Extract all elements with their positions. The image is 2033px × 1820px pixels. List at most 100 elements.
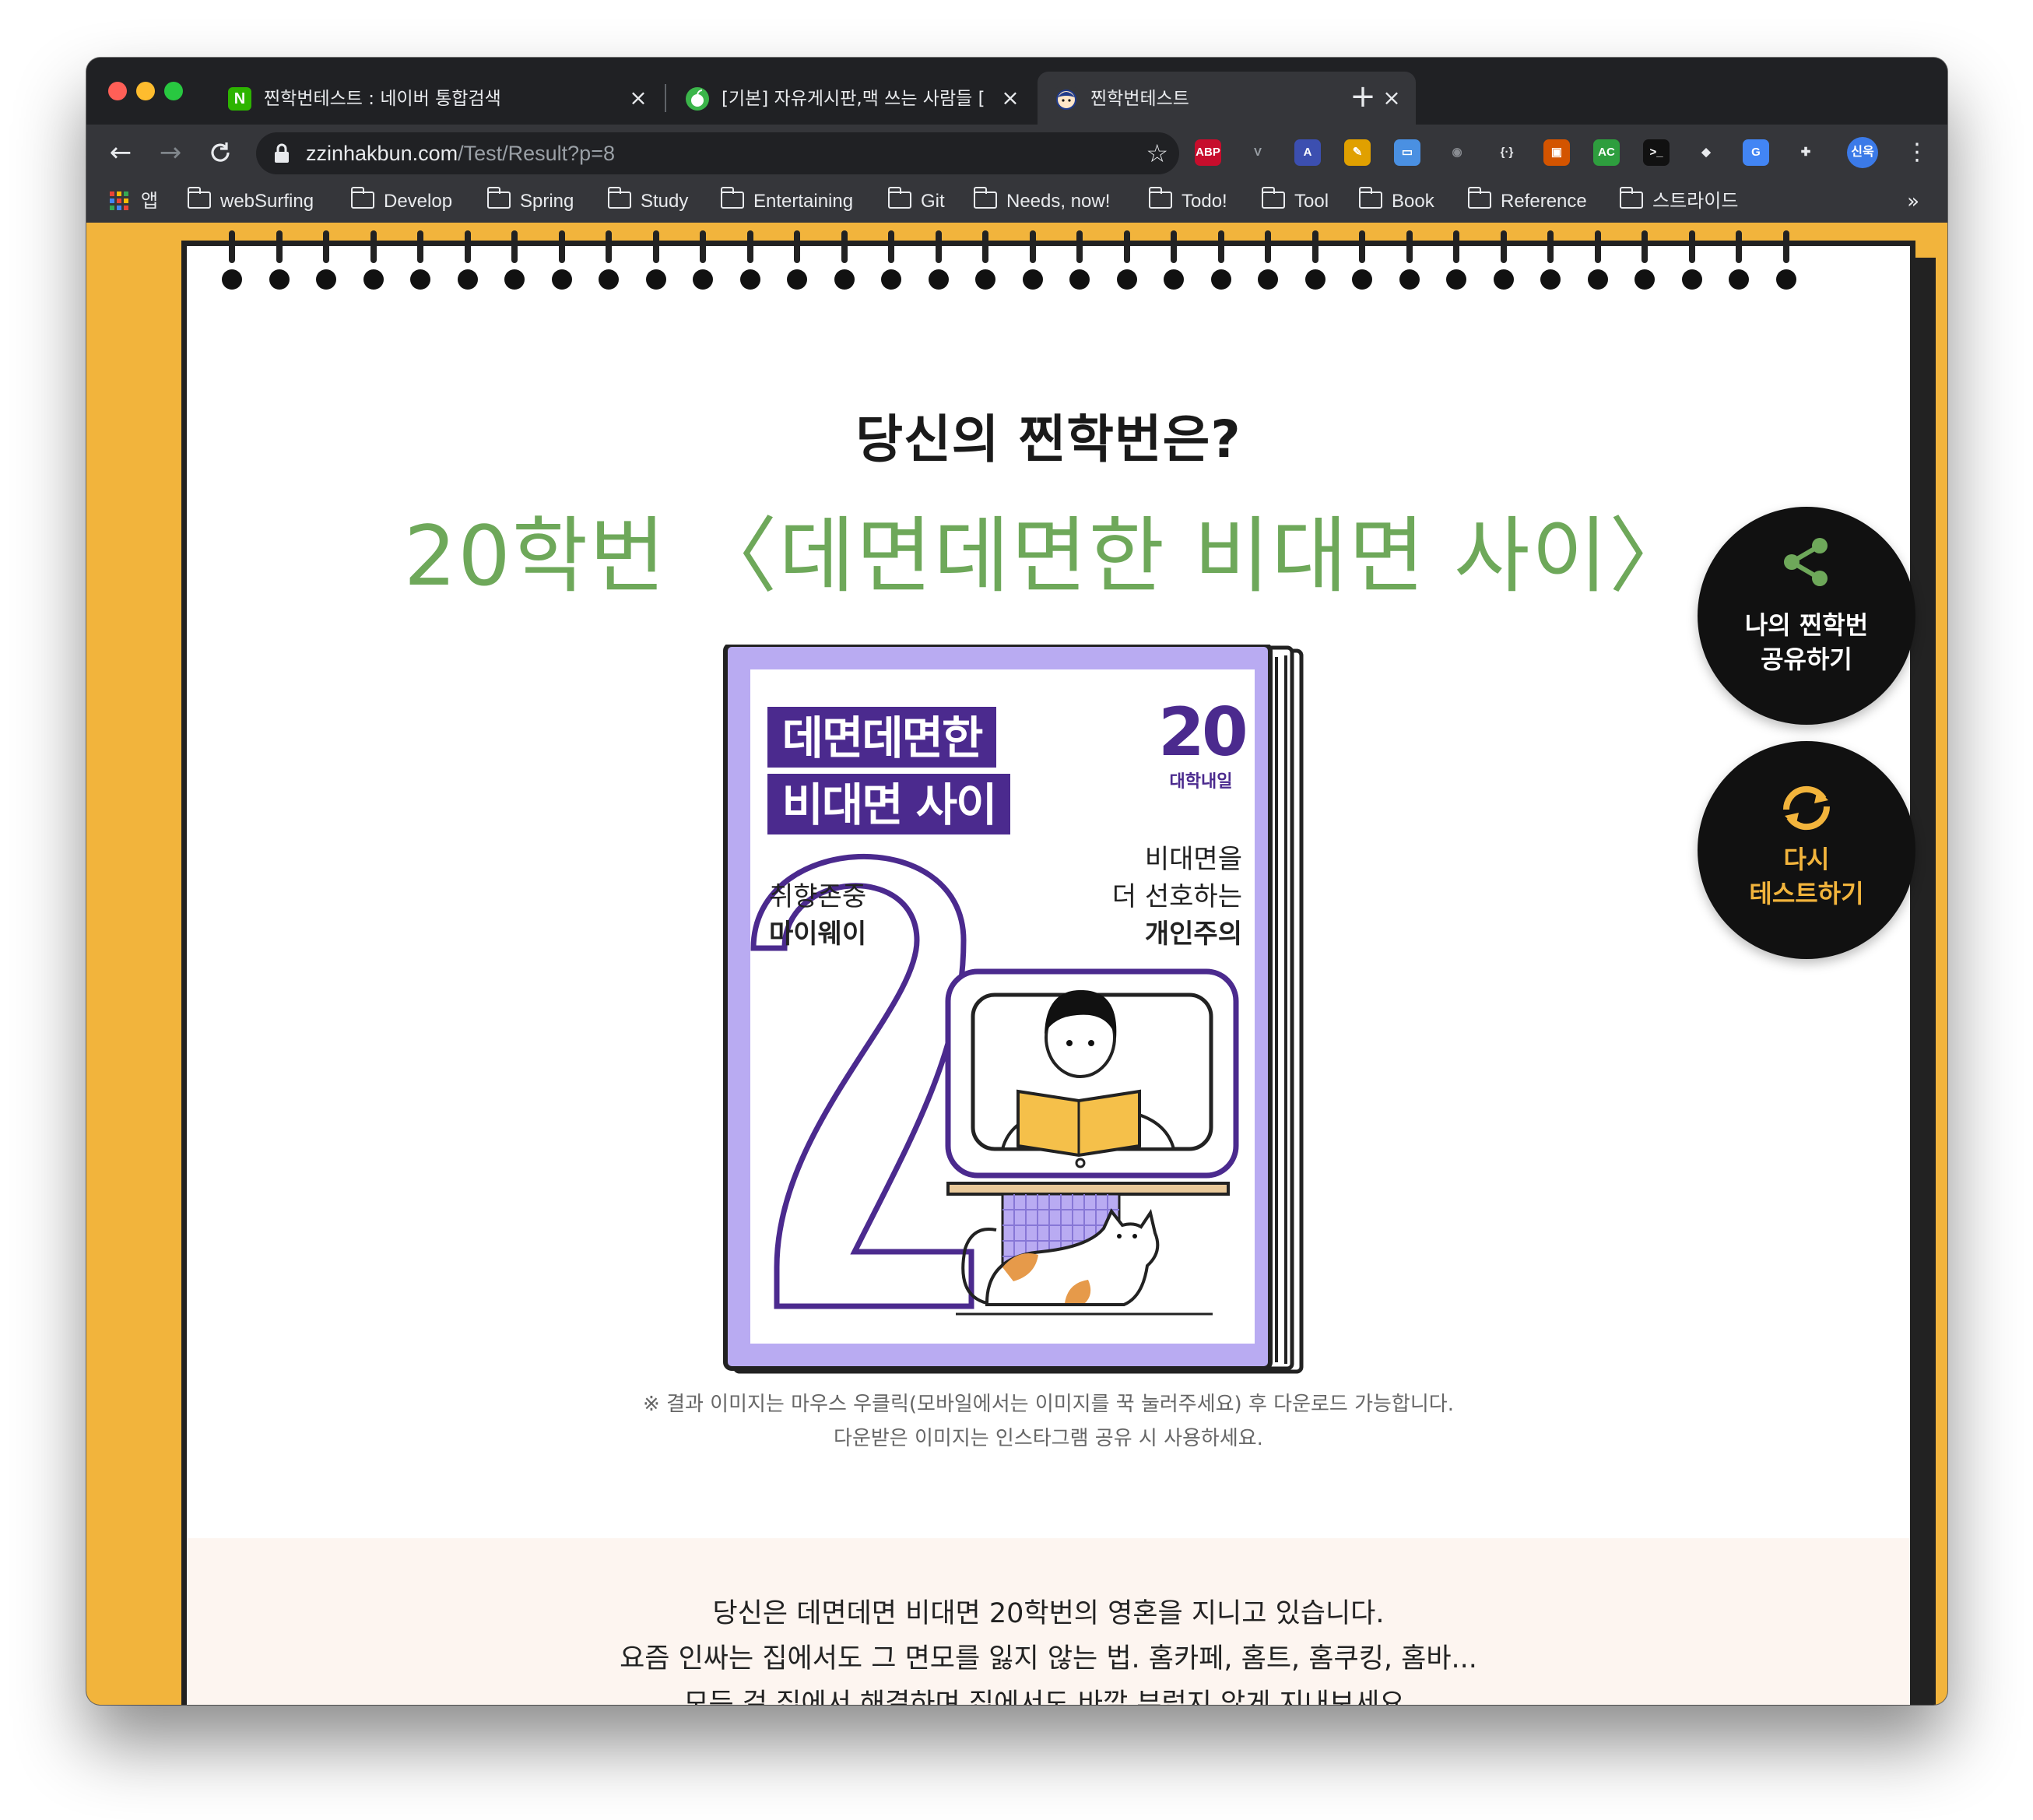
binding-hole [599,269,619,290]
close-icon[interactable]: × [625,85,651,111]
binding-hole [1304,269,1325,290]
binding-hole [1446,269,1466,290]
binding-hole [1540,269,1561,290]
bookmark-label: Book [1392,191,1434,212]
reload-icon[interactable] [203,135,237,170]
bookmarks-overflow-button[interactable]: » [1907,181,1919,223]
bookmark-folder[interactable]: Reference [1467,181,1587,223]
binding-hole [1493,269,1514,290]
binding-ring [464,230,471,263]
bookmark-label: Develop [384,191,453,212]
back-icon[interactable]: ← [104,135,138,170]
bookmark-label: Spring [520,191,574,212]
bookmark-folder[interactable]: Study [607,181,688,223]
bookmark-apps[interactable]: 앱 [110,181,158,223]
folder-icon [607,186,631,209]
binding-hole [693,269,713,290]
binding-hole [1069,269,1090,290]
binding-hole [1116,269,1137,290]
menu-icon[interactable]: ⋮ [1900,135,1934,170]
code-icon[interactable]: {·} [1494,139,1520,166]
apple-icon [686,87,709,111]
forward-icon[interactable]: → [153,135,188,170]
binding-hole [834,269,855,290]
bookmark-folder[interactable]: 스트라이드 [1619,181,1738,223]
binding-ring [888,230,894,263]
retry-button[interactable]: 다시 테스트하기 [1698,741,1915,959]
bookmark-folder[interactable]: webSurfing [187,181,314,223]
bookmark-folder[interactable]: Entertaining [720,181,853,223]
binding-hole [1587,269,1608,290]
terminal-icon[interactable]: >_ [1643,139,1670,166]
screenshot-icon[interactable]: ▣ [1543,139,1570,166]
address-bar[interactable]: zzinhakbun.com/Test/Result?p=8 ☆ [256,132,1179,174]
binding-hole [975,269,995,290]
binding-hole [269,269,290,290]
bookmark-folder[interactable]: Tool [1261,181,1329,223]
card-tag-right-1: 비대면을 [1144,844,1242,875]
profile-avatar[interactable]: 신욱 [1847,137,1878,168]
diamond-icon[interactable]: ◆ [1693,139,1719,166]
card-tag-right-2: 더 선호하는 [1111,881,1242,912]
eyedropper-icon[interactable]: ✎ [1344,139,1371,166]
tab-separator [665,84,666,112]
binding-hole [739,269,760,290]
binding-ring [1688,230,1695,263]
abp-icon[interactable]: ABP [1195,139,1221,166]
bookmark-folder[interactable]: Git [887,181,945,223]
binding-hole [1352,269,1372,290]
bookmark-folder[interactable]: Needs, now! [973,181,1111,223]
folder-icon [1619,186,1643,209]
binding-ring [370,230,377,263]
bookmark-star-icon[interactable]: ☆ [1146,139,1168,168]
minimize-window-button[interactable] [136,82,155,100]
url-text[interactable]: zzinhakbun.com/Test/Result?p=8 [306,141,615,166]
tab-community-board[interactable]: [기본] 자유게시판,맥 쓰는 사람들 [카 × [669,72,1034,125]
close-icon[interactable]: × [1378,85,1405,111]
share-label-2: 공유하기 [1761,645,1852,674]
naver-icon: N [228,87,251,111]
binding-hole [787,269,807,290]
binding-hole [645,269,666,290]
puzzle-icon[interactable]: ✚ [1792,139,1819,166]
translate-icon[interactable]: G [1743,139,1769,166]
binding-hole [410,269,430,290]
result-image[interactable]: 데면데면한 비대면 사이 20 대학내일 취향존중 마이웨이 비대면을 더 선호… [722,642,1308,1376]
binding-ring [700,230,706,263]
binding-ring [606,230,612,263]
vue-icon[interactable]: V [1245,139,1271,166]
close-window-button[interactable] [108,82,127,100]
new-tab-button[interactable]: + [1347,81,1378,112]
download-notice-line1: ※ 결과 이미지는 마우스 우클릭(모바일에서는 이미지를 꾹 눌러주세요) 후… [643,1393,1454,1416]
binding-hole [1775,269,1796,290]
bookmark-folder[interactable]: Develop [350,181,453,223]
avatar-ext-icon[interactable]: A [1294,139,1321,166]
share-button[interactable]: 나의 찐학번 공유하기 [1698,507,1915,725]
ac-icon[interactable]: AC [1593,139,1620,166]
folder-icon [350,186,374,209]
close-icon[interactable]: × [997,85,1024,111]
window-icon[interactable]: ▭ [1394,139,1420,166]
binding-ring [935,230,942,263]
binding-hole [222,269,242,290]
tab-naver-search[interactable]: N 찐학번테스트 : 네이버 통합검색 × [211,72,662,125]
bulb-icon[interactable]: ◉ [1444,139,1470,166]
bookmark-label: Needs, now! [1006,191,1111,212]
bookmark-folder[interactable]: Todo! [1148,181,1227,223]
bookmark-folder[interactable]: Spring [486,181,574,223]
lock-icon[interactable] [273,142,293,164]
binding-hole [928,269,949,290]
bookmark-label: Todo! [1182,191,1227,212]
folder-icon [187,186,211,209]
folder-icon [486,186,511,209]
binding-ring [1406,230,1413,263]
binding-hole [1634,269,1655,290]
retry-label-1: 다시 [1783,845,1830,874]
binding-ring [1171,230,1177,263]
maximize-window-button[interactable] [164,82,183,100]
tab-title: 찐학번테스트 [1090,89,1189,109]
binding-ring [417,230,423,263]
bookmark-folder[interactable]: Book [1358,181,1434,223]
bookmark-label: 앱 [141,191,159,212]
tab-title: [기본] 자유게시판,맥 쓰는 사람들 [카 [722,89,986,109]
